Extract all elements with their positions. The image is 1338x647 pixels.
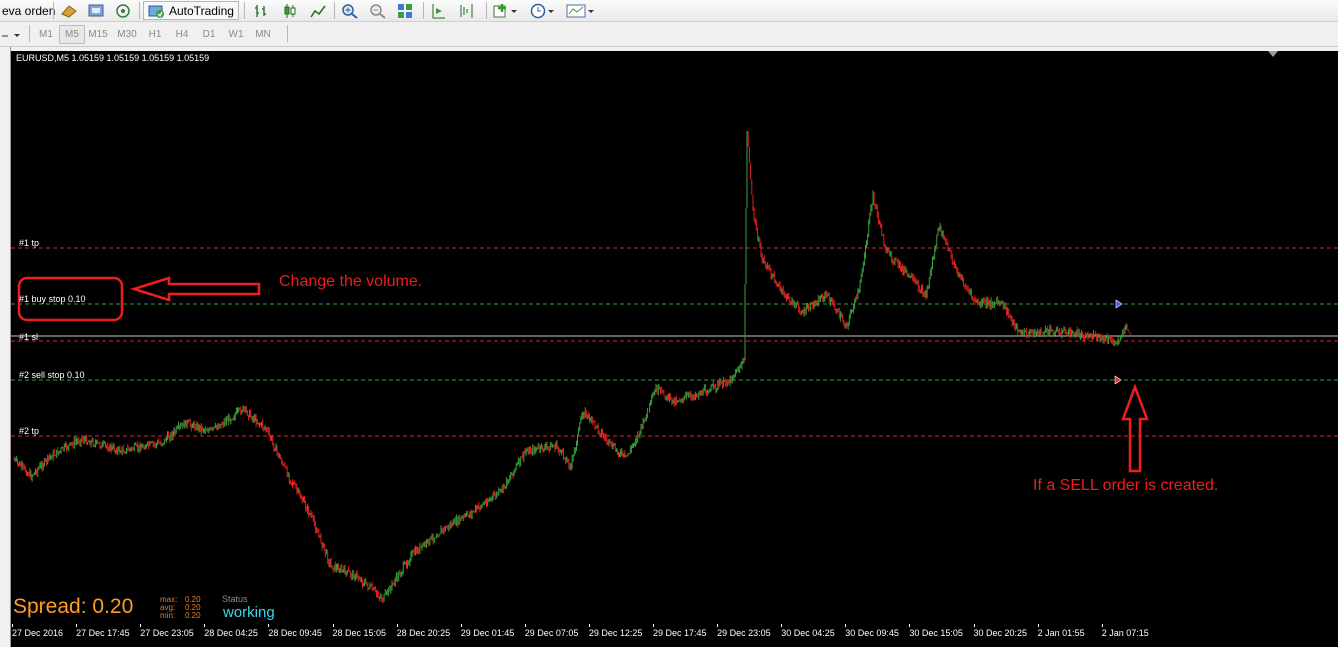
buy-stop-arrow-marker [1115, 299, 1123, 309]
toolbar-separator [139, 2, 140, 19]
time-axis-tick: 30 Dec 20:25 [973, 628, 1028, 638]
time-axis-tick-mark [1101, 624, 1103, 627]
indicators-icon[interactable] [493, 1, 519, 20]
status-label: Status [222, 594, 248, 604]
timeframe-mn-button[interactable]: MN [250, 26, 276, 43]
tp2-level-label: #2 tp [19, 426, 40, 436]
timeframe-h4-button[interactable]: H4 [169, 26, 195, 43]
dropdown-arrow-icon[interactable] [0, 26, 22, 45]
chart-shift-icon[interactable] [459, 1, 475, 20]
time-axis-tick-mark [973, 624, 975, 627]
time-axis-tick: 28 Dec 09:45 [268, 628, 322, 638]
status-value: working [223, 604, 275, 621]
tp1-level-label: #1 tp [19, 238, 40, 248]
left-arrow-annotation [129, 276, 261, 302]
time-axis-tick: 29 Dec 01:45 [460, 628, 515, 638]
time-axis-tick-mark [717, 624, 719, 627]
time-axis-tick: 27 Dec 17:45 [76, 628, 130, 638]
time-axis-tick: 2 Jan 07:15 [1101, 628, 1149, 638]
chart-shift-marker [1268, 51, 1278, 57]
time-axis-tick-mark [12, 624, 13, 627]
time-axis-tick-mark [845, 624, 847, 627]
zoom-in-icon[interactable] [341, 1, 359, 20]
chart-canvas[interactable] [11, 51, 1338, 647]
time-axis-tick: 30 Dec 09:45 [845, 628, 899, 638]
toolbar-separator [423, 2, 424, 19]
autotrading-label: AutoTrading [169, 3, 234, 18]
time-axis-tick: 29 Dec 17:45 [653, 628, 707, 638]
sell-order-annotation: If a SELL order is created. [1033, 477, 1219, 494]
timeframes-toolbar: M1 M5 M15 M30 H1 H4 D1 W1 MN [0, 22, 1338, 47]
templates-icon[interactable] [566, 1, 596, 20]
price-chart[interactable]: EURUSD,M5 1.05159 1.05159 1.05159 1.0515… [11, 51, 1338, 647]
new-order-label: eva orden [2, 3, 56, 18]
spread-min-value: 0.20 [185, 611, 201, 620]
signals-icon[interactable] [114, 1, 132, 20]
timeframe-m5-button[interactable]: M5 [59, 25, 85, 44]
time-axis-tick-mark [524, 624, 526, 627]
time-axis-tick-mark [781, 624, 783, 627]
time-axis-tick: 29 Dec 12:25 [588, 628, 643, 638]
autotrading-icon [148, 5, 164, 18]
time-axis-tick-mark [1037, 624, 1039, 627]
timeframe-h1-button[interactable]: H1 [142, 26, 168, 43]
time-axis: 27 Dec 2016 27 Dec 17:45 27 Dec 23:05 28 De… [11, 624, 1338, 647]
time-axis-tick-mark [140, 624, 142, 627]
bar-chart-icon[interactable] [253, 1, 269, 20]
time-axis-tick: 30 Dec 04:25 [781, 628, 835, 638]
buy-stop-level-label[interactable]: #1 buy stop 0.10 [19, 294, 86, 304]
time-axis-tick-mark [396, 624, 398, 627]
auto-scroll-icon[interactable] [430, 1, 446, 20]
toolbar-separator [53, 2, 54, 19]
tile-windows-icon[interactable] [397, 1, 413, 20]
change-volume-annotation: Change the volume. [279, 273, 423, 290]
toolbar-separator [486, 2, 487, 19]
timeframe-m30-button[interactable]: M30 [113, 26, 141, 43]
time-axis-tick: 2 Jan 01:55 [1037, 628, 1085, 638]
new-order-button[interactable]: eva orden [2, 1, 55, 20]
time-axis-tick: 29 Dec 23:05 [717, 628, 771, 638]
autotrading-button[interactable]: AutoTrading [143, 1, 239, 20]
sl1-level-label: #1 sl [19, 332, 39, 342]
up-arrow-annotation [1121, 383, 1149, 473]
time-axis-tick-mark [588, 624, 590, 627]
timeframe-m1-button[interactable]: M1 [34, 26, 58, 43]
time-axis-tick: 30 Dec 15:05 [909, 628, 963, 638]
spread-min-label: min: [160, 611, 176, 620]
time-axis-tick-mark [268, 624, 270, 627]
main-toolbar: eva orden AutoTrading [0, 0, 1338, 22]
sell-stop-level-label[interactable]: #2 sell stop 0.10 [19, 370, 85, 380]
line-chart-icon[interactable] [310, 1, 326, 20]
window-left-border [0, 47, 11, 647]
time-axis-tick: 28 Dec 15:05 [332, 628, 387, 638]
time-axis-tick-mark [76, 624, 78, 627]
timeframe-d1-button[interactable]: D1 [196, 26, 222, 43]
symbol-header: EURUSD,M5 1.05159 1.05159 1.05159 1.0515… [16, 53, 210, 63]
toolbar-separator [287, 25, 288, 42]
toolbar-separator [334, 2, 335, 19]
zoom-out-icon[interactable] [369, 1, 387, 20]
spread-display: Spread: 0.20 [13, 595, 134, 618]
candlestick-icon[interactable] [282, 1, 298, 20]
time-axis-tick: 28 Dec 04:25 [204, 628, 258, 638]
time-axis-tick-mark [460, 624, 462, 627]
expert-advisors-icon[interactable] [60, 1, 78, 20]
time-axis-tick-mark [204, 624, 206, 627]
toolbar-separator [244, 2, 245, 19]
time-axis-tick: 27 Dec 2016 [12, 628, 64, 638]
time-axis-tick: 27 Dec 23:05 [140, 628, 194, 638]
market-watch-icon[interactable] [87, 1, 105, 20]
periods-icon[interactable] [530, 1, 556, 20]
sell-stop-arrow-marker [1114, 375, 1122, 385]
time-axis-tick-mark [653, 624, 654, 627]
toolbar-separator [29, 25, 30, 42]
time-axis-tick-mark [909, 624, 911, 627]
time-axis-tick: 28 Dec 20:25 [396, 628, 451, 638]
candlesticks [13, 131, 1132, 603]
timeframe-m15-button[interactable]: M15 [84, 26, 112, 43]
timeframe-w1-button[interactable]: W1 [223, 26, 249, 43]
time-axis-tick: 29 Dec 07:05 [524, 628, 579, 638]
time-axis-tick-mark [332, 624, 334, 627]
